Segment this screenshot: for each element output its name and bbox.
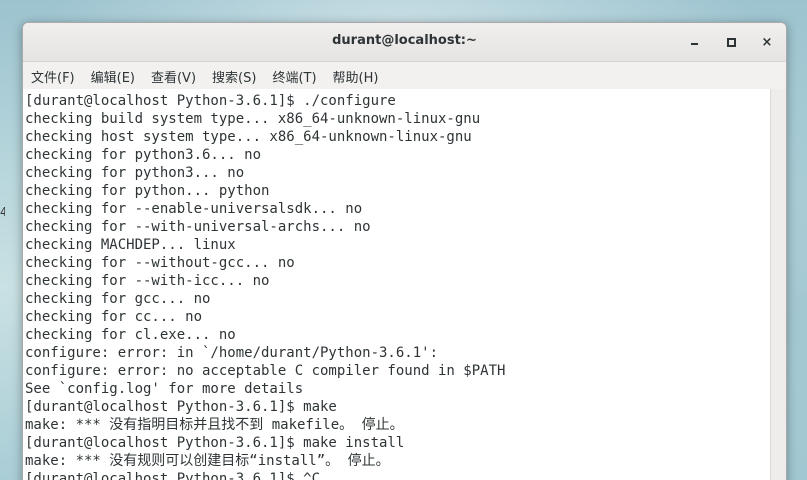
minimize-icon — [690, 43, 698, 45]
terminal-line: checking for cc... no — [25, 309, 203, 325]
close-icon: × — [761, 34, 773, 50]
terminal-line: checking for gcc... no — [25, 291, 211, 307]
terminal-lines: [durant@localhost Python-3.6.1]$ ./confi… — [23, 89, 770, 480]
terminal-line: configure: error: in `/home/durant/Pytho… — [25, 345, 439, 361]
menu-file[interactable]: 文件(F) — [31, 65, 75, 88]
terminal-line: checking for cl.exe... no — [25, 327, 236, 343]
terminal-line: checking host system type... x86_64-unkn… — [25, 129, 472, 145]
terminal-line: make: *** 没有规则可以创建目标“install”。 停止。 — [25, 453, 390, 469]
menu-edit[interactable]: 编辑(E) — [91, 65, 135, 88]
terminal-line: checking for python3.6... no — [25, 147, 262, 163]
terminal-line: checking for python... python — [25, 183, 270, 199]
terminal-line: checking build system type... x86_64-unk… — [25, 111, 481, 127]
terminal-line: [durant@localhost Python-3.6.1]$ make — [25, 399, 337, 415]
menu-help[interactable]: 帮助(H) — [333, 65, 379, 88]
desktop-edge-fragment: 4 — [0, 205, 5, 219]
window-title: durant@localhost:~ — [332, 33, 477, 48]
terminal-output[interactable]: [durant@localhost Python-3.6.1]$ ./confi… — [23, 89, 770, 480]
terminal-line: See `config.log' for more details — [25, 381, 304, 397]
close-button[interactable]: × — [756, 31, 778, 53]
terminal-line: checking for --without-gcc... no — [25, 255, 295, 271]
terminal-line: configure: error: no acceptable C compil… — [25, 363, 506, 379]
terminal-line: checking for --with-icc... no — [25, 273, 270, 289]
menu-view[interactable]: 查看(V) — [151, 65, 196, 88]
terminal-line: [durant@localhost Python-3.6.1]$ ./confi… — [25, 93, 396, 109]
minimize-button[interactable] — [683, 31, 705, 53]
title-bar[interactable]: durant@localhost:~ × — [23, 23, 786, 62]
terminal-line: [durant@localhost Python-3.6.1]$ make in… — [25, 435, 405, 451]
terminal-window: durant@localhost:~ × 文件(F) 编辑(E) 查看(V) 搜… — [22, 22, 787, 480]
terminal-line: make: *** 没有指明目标并且找不到 makefile。 停止。 — [25, 417, 404, 433]
terminal-line: checking MACHDEP... linux — [25, 237, 236, 253]
maximize-button[interactable] — [720, 31, 742, 53]
menu-bar: 文件(F) 编辑(E) 查看(V) 搜索(S) 终端(T) 帮助(H) — [23, 62, 786, 91]
menu-terminal[interactable]: 终端(T) — [272, 65, 316, 88]
menu-search[interactable]: 搜索(S) — [212, 65, 256, 88]
terminal-line: checking for --with-universal-archs... n… — [25, 219, 371, 235]
terminal-line: checking for --enable-universalsdk... no — [25, 201, 363, 217]
maximize-icon — [726, 37, 736, 47]
terminal-line: [durant@localhost Python-3.6.1]$ ^C — [25, 471, 321, 480]
terminal-scrollbar[interactable] — [770, 89, 786, 480]
terminal-line: checking for python3... no — [25, 165, 245, 181]
